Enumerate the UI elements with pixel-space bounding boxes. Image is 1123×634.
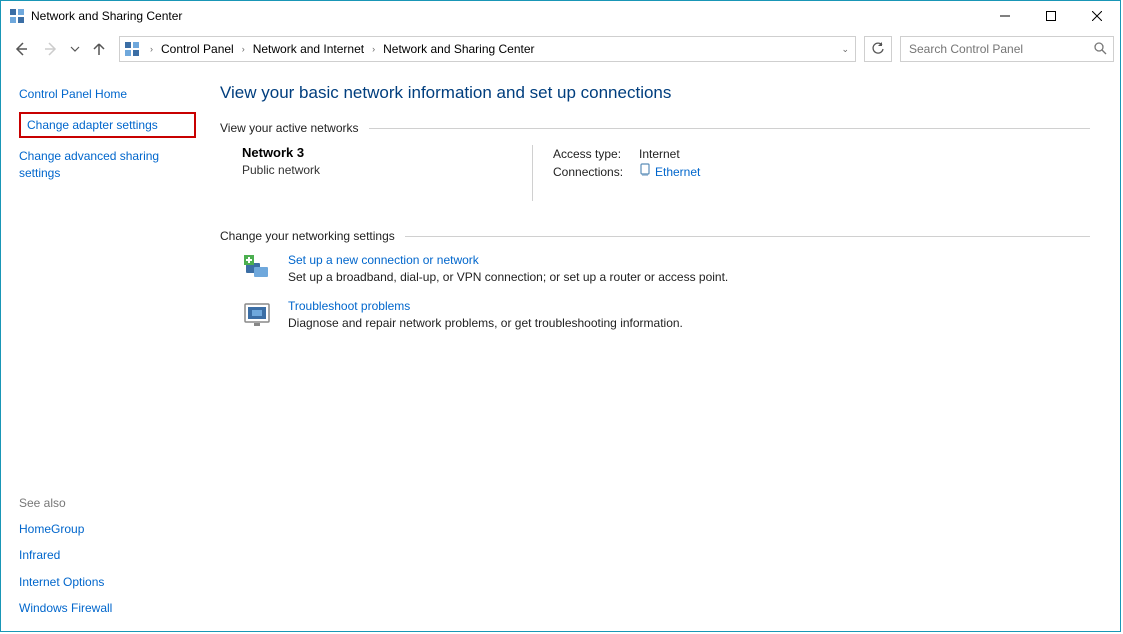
troubleshoot-desc: Diagnose and repair network problems, or… [288, 316, 683, 330]
app-icon [9, 8, 25, 24]
change-settings-header: Change your networking settings [220, 229, 405, 243]
main-content: View your basic network information and … [206, 67, 1120, 631]
network-type: Public network [242, 163, 512, 177]
maximize-button[interactable] [1028, 1, 1074, 31]
ethernet-link-text: Ethernet [655, 165, 700, 179]
ethernet-icon [639, 163, 651, 180]
navbar: › Control Panel › Network and Internet ›… [1, 31, 1120, 67]
page-title: View your basic network information and … [220, 83, 1090, 103]
location-icon [124, 41, 140, 57]
sidebar: Control Panel Home Change adapter settin… [1, 67, 206, 631]
setup-connection-link[interactable]: Set up a new connection or network [288, 253, 479, 267]
sidebar-control-panel-home[interactable]: Control Panel Home [19, 86, 196, 102]
troubleshoot-icon [242, 299, 274, 331]
close-button[interactable] [1074, 1, 1120, 31]
see-also-label: See also [19, 496, 196, 510]
connections-label: Connections: [553, 165, 639, 179]
sidebar-see-also-internet-options[interactable]: Internet Options [19, 574, 196, 590]
ethernet-link[interactable]: Ethernet [639, 163, 700, 180]
breadcrumb-item[interactable]: Network and Internet [251, 42, 366, 56]
active-networks-header: View your active networks [220, 121, 369, 135]
sidebar-change-adapter-settings[interactable]: Change adapter settings [19, 112, 196, 138]
sidebar-see-also-infrared[interactable]: Infrared [19, 547, 196, 563]
titlebar: Network and Sharing Center [1, 1, 1120, 31]
forward-button[interactable] [37, 35, 65, 63]
access-type-label: Access type: [553, 147, 639, 161]
setup-connection-desc: Set up a broadband, dial-up, or VPN conn… [288, 270, 728, 284]
back-button[interactable] [7, 35, 35, 63]
recent-locations-button[interactable] [67, 35, 83, 63]
search-box[interactable] [900, 36, 1114, 62]
vertical-divider [532, 145, 533, 201]
chevron-down-icon[interactable]: ⌄ [841, 44, 849, 55]
refresh-button[interactable] [864, 36, 892, 62]
search-input[interactable] [907, 41, 1071, 57]
sidebar-see-also-homegroup[interactable]: HomeGroup [19, 521, 196, 537]
breadcrumb-item[interactable]: Control Panel [159, 42, 236, 56]
breadcrumb-item[interactable]: Network and Sharing Center [381, 42, 536, 56]
up-button[interactable] [85, 35, 113, 63]
breadcrumb[interactable]: › Control Panel › Network and Internet ›… [119, 36, 856, 62]
divider [405, 236, 1090, 237]
divider [369, 128, 1090, 129]
network-name: Network 3 [242, 145, 512, 160]
sidebar-see-also-windows-firewall[interactable]: Windows Firewall [19, 600, 196, 616]
setup-connection-icon [242, 253, 274, 285]
minimize-button[interactable] [982, 1, 1028, 31]
sidebar-change-advanced-sharing[interactable]: Change advanced sharing settings [19, 148, 196, 180]
access-type-value: Internet [639, 147, 680, 161]
chevron-right-icon[interactable]: › [238, 44, 249, 54]
chevron-right-icon[interactable]: › [146, 44, 157, 54]
search-icon[interactable] [1093, 41, 1107, 58]
troubleshoot-link[interactable]: Troubleshoot problems [288, 299, 410, 313]
chevron-right-icon[interactable]: › [368, 44, 379, 54]
window-title: Network and Sharing Center [31, 9, 982, 23]
